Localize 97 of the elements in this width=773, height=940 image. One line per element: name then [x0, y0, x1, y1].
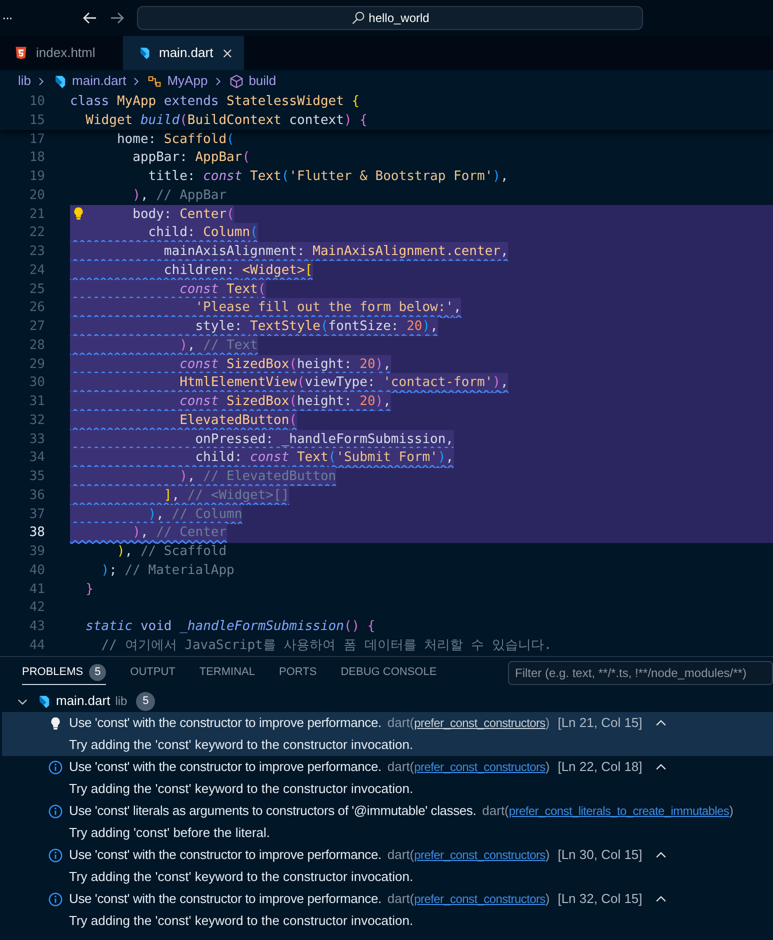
file-name[interactable]: main.dart: [56, 691, 110, 711]
problem-source: dart(: [387, 846, 414, 864]
menu-icon[interactable]: ···: [2, 8, 12, 28]
line-number: 30: [28, 374, 45, 392]
panel-tab[interactable]: TERMINAL: [199, 661, 255, 685]
problem-detail: Try adding 'const' before the literal.: [69, 824, 270, 842]
line-number: 23: [28, 243, 45, 262]
line-number: 21: [28, 206, 45, 224]
problem-message: Use 'const' with the constructor to improve performance.: [69, 714, 382, 732]
code-line: static void _handleFormSubmission() {: [84, 618, 376, 636]
line-number: 36: [28, 486, 45, 505]
problem-message: Use 'const' with the constructor to improve performance.: [69, 758, 382, 776]
count-badge: 5: [89, 664, 106, 681]
rule-link[interactable]: prefer_const_constructors: [414, 846, 546, 864]
rule-link[interactable]: prefer_const_constructors: [414, 758, 546, 776]
line-number: 34: [28, 449, 45, 468]
problem-location: [Ln 22, Col 18]: [558, 758, 642, 776]
line-number: 18: [28, 149, 45, 168]
editor-tab[interactable]: main.dart: [123, 36, 244, 70]
panel-tab[interactable]: DEBUG CONSOLE: [340, 661, 437, 685]
line-number: 19: [28, 168, 45, 186]
line-number: 10: [28, 92, 45, 111]
problem-source: dart(: [387, 890, 414, 908]
forward-arrow-icon[interactable]: [109, 10, 125, 26]
filter-field[interactable]: Filter (e.g. text, **/*.ts, !**/node_modules/**): [508, 661, 773, 685]
line-number: 44: [28, 636, 45, 655]
problem-location: [Ln 32, Col 15]: [558, 890, 642, 908]
problem-detail: Try adding the 'const' keyword to the constructor invocation.: [69, 736, 414, 754]
code-line: ), // AppBar: [132, 186, 227, 205]
line-number: 29: [28, 356, 45, 374]
line-number: 27: [28, 318, 45, 336]
line-number: 31: [28, 393, 45, 412]
problem-source: ): [545, 890, 550, 908]
rule-link[interactable]: prefer_const_literals_to_create_immutables: [508, 802, 730, 820]
line-number: 32: [28, 412, 45, 430]
code-line: ); // MaterialApp: [100, 562, 234, 580]
count-badge: 5: [136, 692, 156, 710]
line-number: 38: [28, 524, 45, 542]
line-number: 41: [28, 580, 45, 599]
line-number: 42: [28, 599, 45, 618]
search-icon: [350, 11, 365, 25]
lightbulb-icon[interactable]: [71, 206, 86, 221]
code-line: ), // Scaffold: [116, 543, 227, 562]
code-line: home: Scaffold(: [116, 130, 234, 149]
rule-link[interactable]: prefer_const_constructors: [414, 890, 546, 908]
panel-tab[interactable]: PORTS: [279, 661, 317, 685]
panel-tab[interactable]: OUTPUT: [130, 661, 176, 685]
line-number: 40: [28, 562, 45, 580]
problem-message: Use 'const' with the constructor to improve performance.: [69, 890, 382, 908]
html-file-icon: [14, 46, 28, 60]
folder-label: lib: [115, 693, 128, 710]
problem-source: dart(: [387, 714, 414, 732]
line-number: 20: [28, 186, 45, 205]
back-arrow-icon[interactable]: [82, 10, 98, 26]
problem-detail: Try adding the 'const' keyword to the constructor invocation.: [69, 868, 414, 886]
panel-tab[interactable]: PROBLEMS 5: [22, 661, 106, 685]
code-line: Widget build(BuildContext context) {: [84, 112, 368, 130]
problem-detail: Try adding the 'const' keyword to the constructor invocation.: [69, 912, 414, 930]
problem-source: dart(: [387, 758, 414, 776]
problem-source: ): [545, 846, 550, 864]
line-number: 28: [28, 336, 45, 355]
class-icon: [147, 74, 162, 88]
breadcrumb-item[interactable]: MyApp: [167, 71, 208, 91]
code-line: }: [84, 580, 94, 599]
command-center-search[interactable]: hello_world: [137, 6, 643, 30]
rule-link[interactable]: prefer_const_constructors: [414, 714, 546, 732]
code-line: class MyApp extends StatelessWidget {: [70, 92, 360, 111]
line-number: 43: [28, 618, 45, 636]
line-number: 35: [28, 468, 45, 486]
problem-location: [Ln 30, Col 15]: [558, 846, 642, 864]
breadcrumb-item[interactable]: build: [248, 71, 276, 91]
line-number: 26: [28, 299, 45, 318]
code-line: title: const Text('Flutter & Bootstrap Form'),: [147, 168, 508, 186]
search-text: hello_world: [368, 10, 430, 27]
problem-source: dart(: [482, 802, 509, 820]
problem-source: ): [545, 758, 550, 776]
code-line: // 여기에서 JavaScript를 사용하여 폼 데이터를 처리할 수 있습니다.: [100, 636, 552, 655]
line-number: 22: [28, 224, 45, 242]
cube-icon: [228, 74, 244, 88]
line-number: 33: [28, 430, 45, 449]
problem-source: ): [545, 714, 550, 732]
close-icon[interactable]: [221, 46, 234, 60]
problem-message: Use 'const' literals as arguments to constructors of '@immutable' classes.: [69, 802, 476, 820]
problem-source: ): [729, 802, 734, 820]
line-number: 15: [28, 112, 45, 130]
line-number: 37: [28, 506, 45, 524]
line-number: 17: [28, 130, 45, 149]
problem-message: Use 'const' with the constructor to improve performance.: [69, 846, 382, 864]
problem-item[interactable]: Use 'const' with the constructor to improve performance. dart(prefer_const_constructors) [Ln 21, Col 15] Try adding the 'const' keyword to the constructor invocation.: [2, 712, 773, 756]
line-number: 24: [28, 262, 45, 280]
breadcrumb-item[interactable]: main.dart: [72, 71, 126, 91]
line-number: 25: [28, 280, 45, 299]
line-number: 39: [28, 543, 45, 562]
breadcrumb-item[interactable]: lib: [18, 71, 32, 91]
code-line: appBar: AppBar(: [132, 149, 250, 168]
problem-detail: Try adding the 'const' keyword to the constructor invocation.: [69, 780, 414, 798]
problem-location: [Ln 21, Col 15]: [558, 714, 642, 732]
